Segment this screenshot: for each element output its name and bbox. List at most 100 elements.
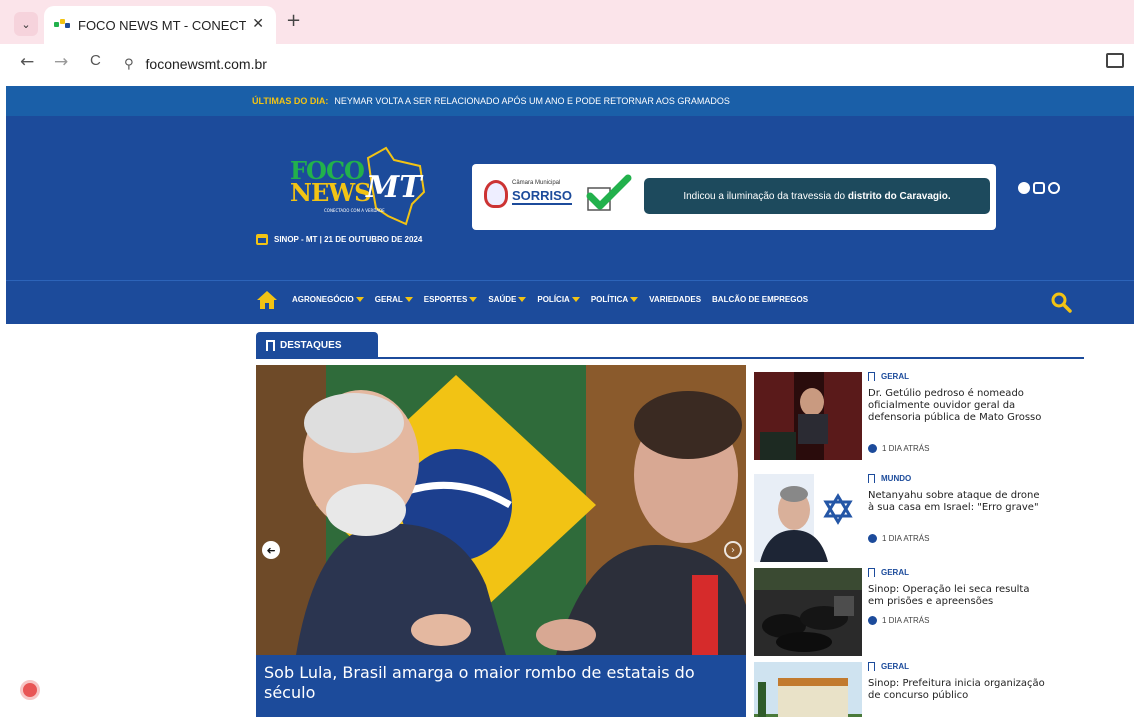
bookmark-icon [868, 568, 875, 577]
side-article-title[interactable]: Dr. Getúlio pedroso é nomeado oficialmen… [868, 388, 1046, 424]
hero-title[interactable]: Sob Lula, Brasil amarga o maior rombo de… [264, 663, 738, 703]
calendar-icon [256, 234, 268, 245]
side-article[interactable]: GERAL Sinop: Operação lei seca resulta em… [754, 568, 1054, 658]
browser-tab[interactable]: FOCO NEWS MT - CONECTADO ✕ [44, 6, 276, 44]
site-info-icon[interactable]: ⚲ [124, 57, 134, 72]
whatsapp-icon[interactable] [1048, 182, 1060, 194]
nav-menu: AGRONEGÓCIO GERAL ESPORTES SAÚDE POLÍCIA POLÍ… [292, 295, 808, 304]
nav-item-label: SAÚDE [488, 295, 517, 304]
url-text: foconewsmt.com.br [145, 56, 267, 72]
side-article-time: 1 DIA ATRÁS [868, 534, 929, 543]
side-article-category-label: MUNDO [881, 474, 912, 483]
side-article-thumbnail[interactable] [754, 568, 862, 656]
ad-camara-label: Câmara Municipal [512, 180, 561, 186]
side-article-time: 1 DIA ATRÁS [868, 444, 929, 453]
instagram-icon[interactable] [1033, 182, 1045, 194]
side-article-category[interactable]: MUNDO [868, 474, 911, 483]
close-tab-icon[interactable]: ✕ [252, 16, 264, 32]
hero-caption: Sob Lula, Brasil amarga o maior rombo de… [256, 655, 746, 717]
social-links [1018, 182, 1060, 194]
ad-message: Indicou a iluminação da travessia do dis… [644, 178, 990, 214]
notification-bell-icon[interactable] [20, 680, 40, 700]
side-article-title[interactable]: Netanyahu sobre ataque de drone à sua ca… [868, 490, 1046, 514]
nav-item-polícia[interactable]: POLÍCIA [537, 295, 580, 304]
cast-icon[interactable] [1106, 53, 1124, 68]
url-field[interactable]: ⚲ foconewsmt.com.br [124, 48, 1084, 80]
nav-item-label: BALCÃO DE EMPREGOS [712, 295, 809, 304]
nav-item-label: ESPORTES [423, 295, 468, 304]
side-article-time-label: 1 DIA ATRÁS [882, 534, 930, 543]
section-title: DESTAQUES [280, 339, 342, 351]
ad-message-text: Indicou a iluminação da travessia do [683, 190, 846, 202]
chevron-down-icon [355, 297, 364, 302]
camara-seal-icon [484, 180, 508, 208]
side-article[interactable]: GERAL Dr. Getúlio pedroso é nomeado ofici… [754, 372, 1054, 462]
ad-sorriso-label: SORRISO [512, 188, 572, 205]
current-date: SINOP - MT | 21 DE OUTUBRO DE 2024 [274, 235, 423, 244]
back-button[interactable]: ← [20, 52, 34, 72]
site-favicon-icon [54, 19, 70, 31]
bookmark-icon [868, 372, 875, 381]
section-tab-destaques[interactable]: DESTAQUES [256, 332, 378, 358]
nav-item-saúde[interactable]: SAÚDE [488, 295, 527, 304]
bookmark-icon [266, 339, 275, 351]
site-logo[interactable]: FOCO NEWS MT CONECTADO COM A VERDADE [288, 146, 438, 232]
side-article-thumbnail[interactable] [754, 662, 862, 717]
ticker-label: ÚLTIMAS DO DIA: [252, 96, 329, 106]
nav-item-label: GERAL [374, 295, 403, 304]
nav-item-geral[interactable]: GERAL [375, 295, 413, 304]
nav-item-label: POLÍTICA [590, 295, 629, 304]
clock-icon [868, 534, 877, 543]
chevron-down-icon [630, 297, 639, 302]
browser-tab-bar: ⌄ FOCO NEWS MT - CONECTADO ✕ + [0, 0, 1134, 44]
logo-tagline: CONECTADO COM A VERDADE [324, 208, 385, 213]
side-article-thumbnail[interactable] [754, 372, 862, 460]
clock-icon [868, 444, 877, 453]
checkmark-icon [586, 174, 632, 211]
reload-button[interactable]: C [90, 52, 101, 69]
nav-item-label: AGRONEGÓCIO [292, 295, 354, 304]
nav-item-balcão-de-empregos[interactable]: BALCÃO DE EMPREGOS [712, 295, 808, 304]
search-icon[interactable] [1050, 291, 1072, 313]
section-divider [256, 357, 1084, 359]
address-bar: ← → C ⚲ foconewsmt.com.br [0, 44, 1134, 84]
side-article-time-label: 1 DIA ATRÁS [882, 616, 930, 625]
facebook-icon[interactable] [1018, 182, 1030, 194]
date-line: SINOP - MT | 21 DE OUTUBRO DE 2024 [256, 234, 422, 245]
ad-message-bold: distrito do Caravagio. [847, 190, 951, 202]
clock-icon [868, 616, 877, 625]
breaking-news-ticker: ÚLTIMAS DO DIA: NEYMAR VOLTA A SER RELAC… [6, 86, 1134, 116]
nav-item-política[interactable]: POLÍTICA [590, 295, 639, 304]
side-article-category-label: GERAL [881, 662, 909, 671]
hero-image [256, 365, 746, 655]
side-article[interactable]: MUNDO Netanyahu sobre ataque de drone à s… [754, 474, 1054, 564]
side-article-category[interactable]: GERAL [868, 662, 909, 671]
chevron-down-icon [518, 297, 527, 302]
side-article-time: 1 DIA ATRÁS [868, 616, 929, 625]
nav-item-variedades[interactable]: VARIEDADES [649, 295, 701, 304]
side-article-title[interactable]: Sinop: Prefeitura inicia organização de … [868, 678, 1046, 702]
nav-item-label: VARIEDADES [649, 295, 702, 304]
slider-prev-button[interactable]: ➜ [262, 541, 280, 559]
side-article-category[interactable]: GERAL [868, 568, 909, 577]
side-article-category[interactable]: GERAL [868, 372, 909, 381]
forward-button[interactable]: → [54, 52, 68, 72]
logo-news: NEWS [290, 178, 372, 207]
chevron-down-icon [469, 297, 478, 302]
side-article-thumbnail[interactable] [754, 474, 862, 562]
home-icon[interactable] [256, 290, 278, 310]
side-article-title[interactable]: Sinop: Operação lei seca resulta em pris… [868, 584, 1046, 608]
chevron-down-icon [404, 297, 413, 302]
main-navigation: AGRONEGÓCIO GERAL ESPORTES SAÚDE POLÍCIA POLÍ… [6, 280, 1134, 324]
ad-banner[interactable]: Câmara Municipal SORRISO Indicou a ilumi… [472, 164, 996, 230]
slider-next-button[interactable]: › [724, 541, 742, 559]
bookmark-icon [868, 474, 875, 483]
side-article-category-label: GERAL [881, 372, 909, 381]
side-article[interactable]: GERAL Sinop: Prefeitura inicia organizaçã… [754, 662, 1054, 717]
nav-item-esportes[interactable]: ESPORTES [424, 295, 478, 304]
hero-slider[interactable]: ➜ › Sob Lula, Brasil amarga o maior romb… [256, 365, 746, 717]
new-tab-button[interactable]: + [286, 10, 301, 31]
nav-item-agronegócio[interactable]: AGRONEGÓCIO [292, 295, 364, 304]
ticker-headline[interactable]: NEYMAR VOLTA A SER RELACIONADO APÓS UM A… [334, 96, 730, 106]
tab-search-button[interactable]: ⌄ [14, 12, 38, 36]
